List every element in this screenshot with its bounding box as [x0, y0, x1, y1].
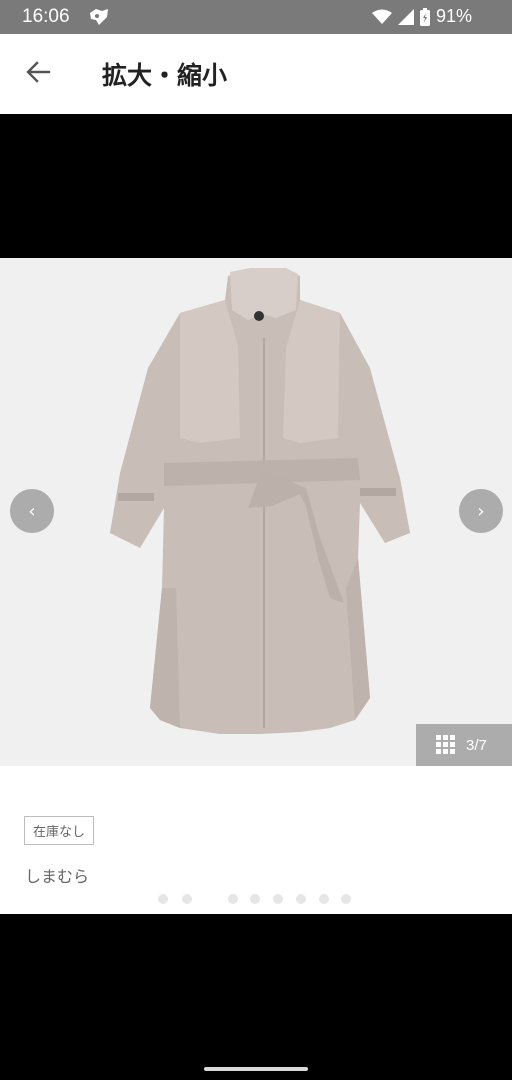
battery-icon — [419, 7, 430, 26]
image-viewer[interactable]: ‹ › 3/7 — [0, 258, 512, 766]
cell-signal-icon — [397, 8, 414, 25]
brand-name: しまむら — [25, 867, 90, 886]
stock-status-badge: 在庫なし — [24, 816, 95, 845]
next-image-button[interactable]: › — [459, 489, 503, 533]
pagination-dot[interactable] — [319, 894, 329, 904]
pagination-dot[interactable] — [228, 894, 238, 904]
wifi-icon — [371, 9, 392, 25]
chevron-left-icon: ‹ — [28, 500, 36, 522]
grid-icon — [436, 735, 455, 754]
pagination-dot[interactable] — [250, 894, 260, 904]
letterbox-bottom — [0, 914, 512, 1080]
prev-image-button[interactable]: ‹ — [10, 489, 54, 533]
app-bar: 拡大・縮小 — [0, 34, 512, 114]
letterbox-top — [0, 114, 512, 258]
pagination-dot[interactable] — [296, 894, 306, 904]
chevron-right-icon: › — [477, 500, 485, 522]
battery-percent: 91% — [435, 6, 472, 26]
page-counter: 3/7 — [466, 736, 487, 754]
app-notification-icon — [88, 7, 110, 27]
arrow-left-icon — [25, 61, 51, 87]
pagination-dot[interactable] — [158, 894, 168, 904]
pagination-dot[interactable] — [182, 894, 192, 904]
pagination-dot[interactable] — [341, 894, 351, 904]
page-title: 拡大・縮小 — [102, 61, 228, 90]
product-info-panel: 在庫なし しまむら — [0, 766, 512, 914]
pagination-dot[interactable] — [273, 894, 283, 904]
pagination-dots — [0, 894, 512, 906]
status-time: 16:06 — [22, 6, 70, 27]
home-indicator[interactable] — [204, 1067, 308, 1071]
status-icons: 91% — [371, 6, 472, 27]
product-image — [110, 268, 410, 734]
back-button[interactable] — [18, 56, 58, 92]
status-bar: 16:06 91% — [0, 0, 512, 34]
image-grid-button[interactable]: 3/7 — [416, 724, 512, 766]
